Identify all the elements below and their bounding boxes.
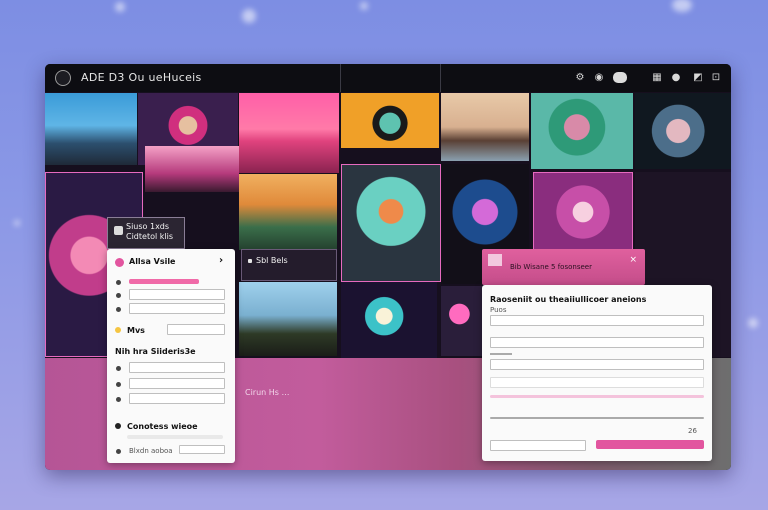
title-bar: ADE D3 Ou ueHuceis ⚙ ◉ ▦ ● ◩ ⊡ [45,64,731,92]
view-icon[interactable]: ◉ [592,71,606,85]
form-input[interactable] [490,337,704,348]
submit-button[interactable] [596,440,704,449]
toolbar-divider [340,64,341,92]
bullet-icon [116,307,121,312]
form-input[interactable] [490,377,704,388]
form-panel: Raoseniit ou theaiiullicoer aneions Puos… [482,285,712,461]
chat-icon[interactable]: ● [669,71,683,85]
avatar-dot-icon [115,258,124,267]
switch-label: 26 [688,427,697,435]
gallery-image[interactable] [531,93,633,169]
gallery-image[interactable] [45,93,137,165]
text-field[interactable] [129,303,225,314]
share-icon[interactable]: ◩ [691,71,705,85]
caption-dot [248,259,252,263]
section-title: Nih hra Siideris3e [115,347,196,356]
gallery-image[interactable] [145,146,239,192]
pink-separator [490,395,704,398]
gallery-image[interactable] [635,93,731,169]
bullet-icon [116,382,121,387]
selected-item-card[interactable]: Siuso 1xds Cidtetol klis [107,217,185,249]
text-field[interactable] [129,362,225,373]
panel-row-title: Allsa Vsile [129,257,176,266]
status-dot-icon [115,327,121,333]
card-line-2: Cidtetol klis [126,232,173,241]
image-caption: Sbl Bels [241,249,337,281]
gallery-image[interactable] [239,282,337,356]
bullet-icon [116,449,121,454]
bullet-icon [116,280,121,285]
gallery-image[interactable] [533,172,633,252]
chevron-right-icon[interactable]: › [219,255,223,266]
gallery-image[interactable] [239,174,337,250]
pink-card-box [488,254,502,266]
menu-icon[interactable]: ⊡ [709,71,723,85]
text-field[interactable] [129,393,225,404]
text-field[interactable] [167,324,225,335]
form-input[interactable] [490,359,704,370]
card-icon [114,226,123,235]
pink-card-close[interactable]: × [629,255,637,265]
form-sublabel [490,353,512,355]
form-input[interactable] [490,417,704,419]
toolbar-divider [440,64,441,92]
grid-icon[interactable]: ▦ [650,71,664,85]
gallery-image[interactable] [341,93,439,148]
settings-panel: Allsa Vsile › Mvs Nih hra Siideris3e Con… [107,249,235,463]
bullet-icon [116,366,121,371]
bullet-icon [116,293,121,298]
gallery-image[interactable] [441,286,487,356]
app-logo-icon [55,70,71,86]
footer-text: Blxdn aoboa [129,447,173,455]
app-window: ADE D3 Ou ueHuceis ⚙ ◉ ▦ ● ◩ ⊡ Sbl Bels … [45,64,731,470]
caption-text: Sbl Bels [256,256,288,265]
info-dot-icon [115,423,121,429]
bullet-icon [116,397,121,402]
gallery-image[interactable] [341,282,437,358]
bokeh-light [115,2,125,12]
gallery-image[interactable] [441,93,529,161]
pink-card[interactable]: Bib Wisane 5 fosonseer × [482,249,645,285]
form-label: Puos [490,306,507,314]
bokeh-light [672,0,692,12]
text-field[interactable] [179,445,225,454]
form-input[interactable] [490,315,704,326]
progress-bar [127,435,223,439]
section-title: Mvs [127,326,145,335]
settings-icon[interactable]: ⚙ [573,71,587,85]
text-field[interactable] [129,378,225,389]
bokeh-light [748,318,758,328]
form-input[interactable] [490,440,586,451]
form-title: Raoseniit ou theaiiullicoer aneions [490,295,647,304]
app-title: ADE D3 Ou ueHuceis [81,71,202,84]
card-line-1: Siuso 1xds [126,222,170,231]
gallery-image[interactable] [239,93,339,173]
pink-card-label: Bib Wisane 5 fosonseer [510,263,592,271]
bokeh-light [360,2,368,10]
bokeh-light [14,220,20,226]
text-field[interactable] [129,289,225,300]
band-caption: Cirun Hs … [245,388,290,397]
toggle-icon[interactable] [613,72,627,83]
bokeh-light [242,9,256,23]
slider-bar[interactable] [129,279,199,284]
gallery-image[interactable] [341,164,441,282]
section-title: Conotess wieoe [127,422,198,431]
